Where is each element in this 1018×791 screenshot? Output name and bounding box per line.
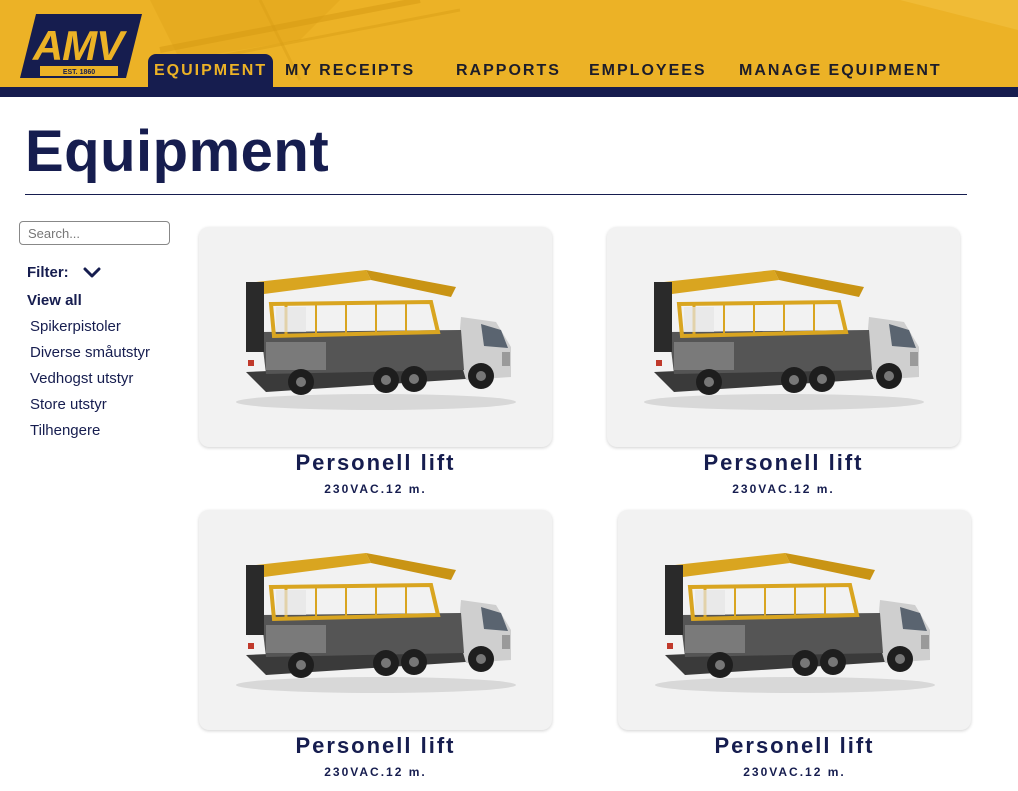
equipment-card[interactable]: Personell lift 230VAC.12 m.: [607, 227, 960, 496]
category-item-diverse-smautstyr[interactable]: Diverse småutstyr: [30, 344, 150, 370]
nav-tab-manage-equipment[interactable]: MANAGE EQUIPMENT: [739, 60, 942, 88]
equipment-card-subtitle: 230VAC.12 m.: [324, 765, 427, 779]
equipment-card[interactable]: Personell lift 230VAC.12 m.: [199, 227, 552, 496]
category-item-tilhengere[interactable]: Tilhengere: [30, 422, 150, 448]
category-item-spikerpistoler[interactable]: Spikerpistoler: [30, 318, 150, 344]
equipment-card-title: Personell lift: [295, 450, 456, 475]
nav-tab-my-receipts[interactable]: MY RECEIPTS: [285, 60, 415, 88]
amv-logo[interactable]: AMV EST. 1860: [18, 12, 142, 80]
equipment-card-image[interactable]: [618, 510, 971, 730]
chevron-down-icon: [83, 267, 101, 277]
equipment-card-title: Personell lift: [295, 733, 456, 758]
nav-tab-rapports[interactable]: RAPPORTS: [456, 60, 561, 88]
filter-toggle[interactable]: Filter:: [27, 264, 101, 281]
category-item-vedhogst-utstyr[interactable]: Vedhogst utstyr: [30, 370, 150, 396]
equipment-card-subtitle: 230VAC.12 m.: [732, 482, 835, 496]
page-title: Equipment: [25, 119, 330, 184]
view-all-link[interactable]: View all: [27, 292, 82, 309]
category-list: Spikerpistoler Diverse småutstyr Vedhogs…: [30, 318, 150, 448]
nav-tab-equipment[interactable]: EQUIPMENT: [148, 54, 274, 88]
equipment-card-image[interactable]: [607, 227, 960, 447]
equipment-card-title: Personell lift: [703, 450, 864, 475]
header-navy-bar: [0, 87, 1018, 97]
equipment-card-subtitle: 230VAC.12 m.: [324, 482, 427, 496]
equipment-card-image[interactable]: [199, 227, 552, 447]
filter-label: Filter:: [27, 264, 69, 281]
equipment-card[interactable]: Personell lift 230VAC.12 m.: [199, 510, 552, 779]
top-header: AMV EST. 1860 EQUIPMENT MY RECEIPTS RAPP…: [0, 0, 1018, 97]
category-item-store-utstyr[interactable]: Store utstyr: [30, 396, 150, 422]
equipment-card[interactable]: Personell lift 230VAC.12 m.: [618, 510, 971, 779]
logo-text: AMV: [32, 22, 127, 69]
title-divider: [25, 194, 967, 195]
nav-tab-employees[interactable]: EMPLOYEES: [589, 60, 707, 88]
truck-lift-image: [654, 553, 935, 693]
equipment-card-image[interactable]: [199, 510, 552, 730]
truck-lift-image: [235, 553, 516, 693]
equipment-card-title: Personell lift: [714, 733, 875, 758]
truck-lift-image: [643, 270, 924, 410]
search-input[interactable]: [19, 221, 170, 245]
logo-est-text: EST. 1860: [63, 69, 95, 76]
truck-lift-image: [235, 270, 516, 410]
equipment-card-subtitle: 230VAC.12 m.: [743, 765, 846, 779]
